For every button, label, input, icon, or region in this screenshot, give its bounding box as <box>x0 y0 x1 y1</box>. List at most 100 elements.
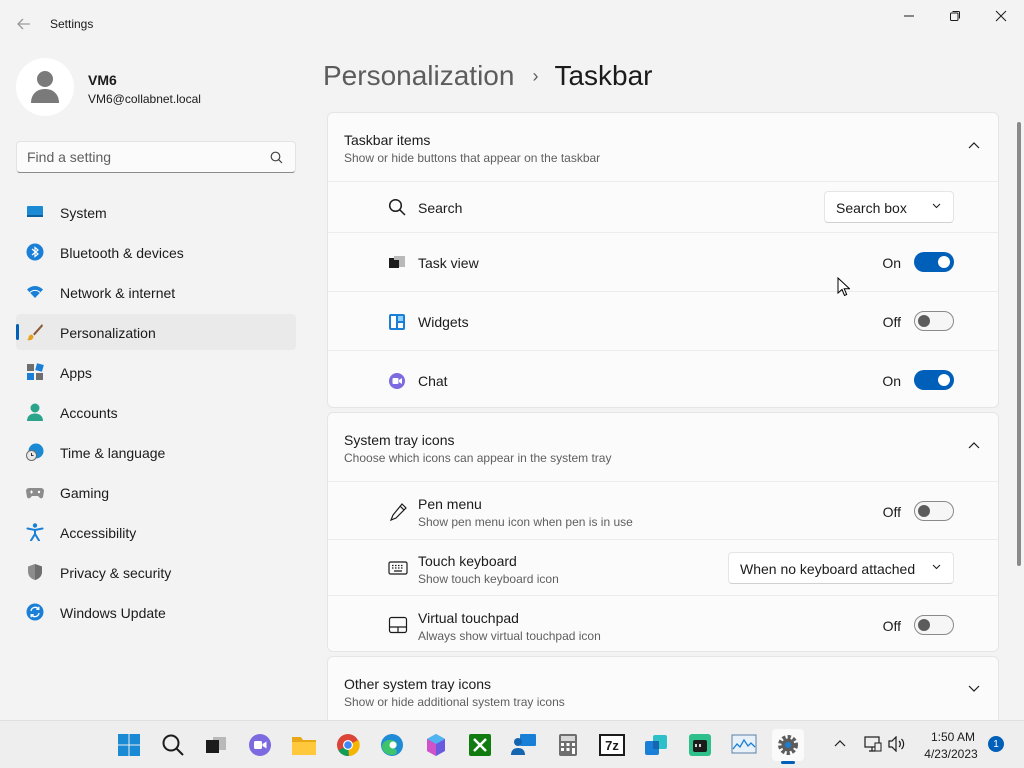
volume-icon[interactable] <box>888 736 906 752</box>
edge-icon <box>381 734 403 756</box>
scrollbar[interactable] <box>1017 122 1021 566</box>
breadcrumb: Personalization › Taskbar <box>323 58 653 94</box>
wifi-icon <box>27 286 43 298</box>
taskbar-items-header[interactable]: Taskbar items Show or hide buttons that … <box>328 113 998 181</box>
search-mode-dropdown[interactable]: Search box <box>824 191 954 223</box>
sidebar-item-label: System <box>60 205 107 221</box>
pen-menu-state: Off <box>882 504 901 520</box>
search-row: Search Search box <box>328 181 998 232</box>
clock-date[interactable]: 4/23/2023 <box>916 747 986 761</box>
sidebar-item-label: Personalization <box>60 325 156 341</box>
section-title: Taskbar items <box>344 132 431 148</box>
touch-keyboard-description: Show touch keyboard icon <box>418 572 559 586</box>
pen-menu-label: Pen menu <box>418 496 482 512</box>
close-icon <box>995 10 1007 22</box>
taskbar-hyperv-button[interactable] <box>640 729 672 761</box>
sidebar-item-privacy[interactable]: Privacy & security <box>16 554 296 590</box>
chat-row: Chat On <box>328 350 998 407</box>
system-tray-section: System tray icons Choose which icons can… <box>327 412 999 652</box>
task-view-toggle[interactable] <box>914 252 954 272</box>
widgets-icon <box>389 314 405 330</box>
touch-keyboard-dropdown[interactable]: When no keyboard attached <box>728 552 954 584</box>
sidebar-item-windows-update[interactable]: Windows Update <box>16 594 296 630</box>
close-button[interactable] <box>978 0 1024 32</box>
sidebar-item-personalization[interactable]: Personalization <box>16 314 296 350</box>
taskbar-calculator-button[interactable] <box>552 729 584 761</box>
taskbar-terminal-button[interactable] <box>684 729 716 761</box>
virtual-touchpad-toggle[interactable] <box>914 615 954 635</box>
network-icon[interactable] <box>864 736 882 752</box>
settings-search[interactable] <box>16 141 296 173</box>
chevron-up-icon[interactable] <box>968 441 980 449</box>
avatar <box>16 58 74 116</box>
virtual-touchpad-row: Virtual touchpad Always show virtual tou… <box>328 595 998 651</box>
chevron-up-icon[interactable] <box>968 141 980 149</box>
virtual-touchpad-description: Always show virtual touchpad icon <box>418 629 601 643</box>
sidebar-item-bluetooth[interactable]: Bluetooth & devices <box>16 234 296 270</box>
widgets-toggle[interactable] <box>914 311 954 331</box>
chevron-down-icon <box>932 203 941 209</box>
taskbar-xbox-button[interactable] <box>464 729 496 761</box>
taskbar-file-explorer-button[interactable] <box>288 729 320 761</box>
user-name: VM6 <box>88 72 117 88</box>
taskbar-copilot-button[interactable] <box>420 729 452 761</box>
gamepad-icon <box>26 488 44 499</box>
user-profile[interactable]: VM6 VM6@collabnet.local <box>16 58 296 118</box>
search-input[interactable] <box>27 142 267 172</box>
sidebar-item-accounts[interactable]: Accounts <box>16 394 296 430</box>
sidebar-item-label: Windows Update <box>60 605 166 621</box>
apps-icon <box>27 363 44 380</box>
sidebar-item-network[interactable]: Network & internet <box>16 274 296 310</box>
copilot-icon <box>427 734 445 756</box>
back-button[interactable] <box>12 12 36 36</box>
sidebar-item-label: Apps <box>60 365 92 381</box>
taskbar-chat-button[interactable] <box>244 729 276 761</box>
show-hidden-icons-icon[interactable] <box>834 739 846 747</box>
pen-menu-toggle[interactable] <box>914 501 954 521</box>
breadcrumb-parent[interactable]: Personalization <box>323 60 514 92</box>
taskbar-task-view-button[interactable] <box>200 729 232 761</box>
maximize-button[interactable] <box>932 0 978 32</box>
clock-time[interactable]: 1:50 AM <box>920 730 986 744</box>
taskbar-search-button[interactable] <box>157 729 189 761</box>
taskbar-chrome-button[interactable] <box>332 729 364 761</box>
sidebar-item-system[interactable]: System <box>16 194 296 230</box>
taskbar-7zip-button[interactable]: 7z <box>596 729 628 761</box>
taskbar-resource-monitor-button[interactable] <box>728 729 760 761</box>
sidebar-item-accessibility[interactable]: Accessibility <box>16 514 296 550</box>
sidebar-item-apps[interactable]: Apps <box>16 354 296 390</box>
title-bar: Settings <box>0 0 1024 48</box>
breadcrumb-separator: › <box>532 65 539 86</box>
pen-icon <box>389 503 407 522</box>
pen-menu-description: Show pen menu icon when pen is in use <box>418 515 633 529</box>
taskbar-edge-button[interactable] <box>376 729 408 761</box>
other-tray-section[interactable]: Other system tray icons Show or hide add… <box>327 656 999 726</box>
section-title: System tray icons <box>344 432 455 448</box>
taskbar-remote-desktop-button[interactable] <box>508 729 540 761</box>
task-view-row: Task view On <box>328 232 998 291</box>
taskbar-settings-button[interactable] <box>772 729 804 764</box>
sidebar-item-label: Time & language <box>60 445 166 461</box>
notification-badge[interactable]: 1 <box>988 736 1004 752</box>
minimize-button[interactable] <box>886 0 932 32</box>
start-button[interactable] <box>113 729 145 761</box>
sidebar-item-time-language[interactable]: Time & language <box>16 434 296 470</box>
task-view-icon <box>206 737 226 753</box>
sidebar-item-label: Privacy & security <box>60 565 172 581</box>
hyperv-icon <box>645 735 667 755</box>
pen-menu-row: Pen menu Show pen menu icon when pen is … <box>328 481 998 539</box>
chevron-down-icon <box>932 564 941 570</box>
chat-toggle[interactable] <box>914 370 954 390</box>
update-icon <box>26 603 44 621</box>
touch-keyboard-label: Touch keyboard <box>418 553 517 569</box>
bluetooth-icon <box>26 243 44 261</box>
chat-icon <box>389 373 405 389</box>
task-view-icon <box>389 256 405 268</box>
system-tray-header[interactable]: System tray icons Choose which icons can… <box>328 413 998 481</box>
chevron-down-icon <box>968 685 980 692</box>
svg-text:7z: 7z <box>605 738 619 753</box>
remote-desktop-icon <box>511 734 536 755</box>
sidebar-item-gaming[interactable]: Gaming <box>16 474 296 510</box>
file-explorer-icon <box>292 737 316 755</box>
7zip-icon: 7z <box>599 734 625 756</box>
